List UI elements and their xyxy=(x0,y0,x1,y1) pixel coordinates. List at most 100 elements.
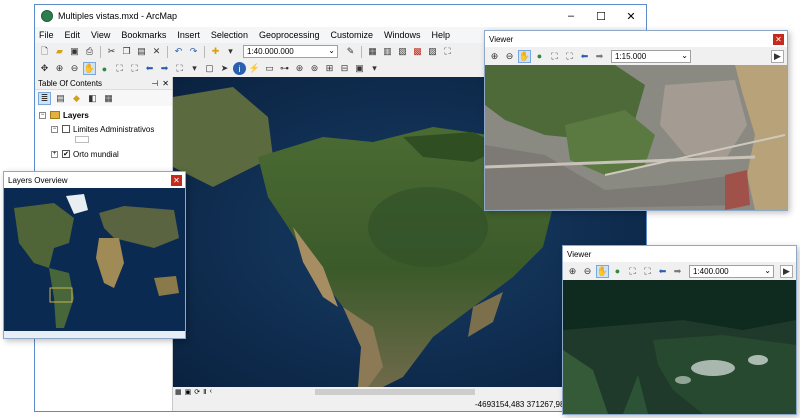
forward-icon[interactable]: ➡ xyxy=(158,62,171,75)
menu-edit[interactable]: Edit xyxy=(65,30,81,40)
fixed-zoom-out-icon[interactable]: ⛶ xyxy=(128,62,141,75)
select-icon[interactable]: ➤ xyxy=(218,62,231,75)
selection-tool-icon[interactable]: ⛶ xyxy=(173,62,186,75)
toc-icon[interactable]: ▦ xyxy=(366,45,379,58)
zoom-in-icon[interactable]: ⊕ xyxy=(566,265,579,278)
pan-icon[interactable]: ✥ xyxy=(38,62,51,75)
time-slider-icon[interactable]: ⊟ xyxy=(338,62,351,75)
overview-map[interactable] xyxy=(4,188,185,338)
create-viewer-icon[interactable]: ▣ xyxy=(353,62,366,75)
layer-visibility-checkbox[interactable] xyxy=(62,125,70,133)
python-icon[interactable]: ▨ xyxy=(426,45,439,58)
fixed-zoom-in-icon[interactable]: ⛶ xyxy=(113,62,126,75)
close-icon[interactable]: ✕ xyxy=(616,5,646,27)
save-icon[interactable]: ▣ xyxy=(68,45,81,58)
menu-insert[interactable]: Insert xyxy=(177,30,200,40)
zoom-out-icon[interactable]: ⊖ xyxy=(581,265,594,278)
play-icon[interactable]: ▶ xyxy=(780,264,793,278)
options-icon[interactable]: ▦ xyxy=(102,92,115,105)
overview-titlebar[interactable]: Layers Overview ✕ xyxy=(4,172,185,188)
chevron-down-icon[interactable]: ▾ xyxy=(368,62,381,75)
clear-selection-icon[interactable]: ▢ xyxy=(203,62,216,75)
viewer-2-scale-combo[interactable]: 1:400.000 ⌄ xyxy=(689,264,774,278)
editor-icon[interactable]: ✎ xyxy=(344,45,357,58)
globe-icon[interactable]: ● xyxy=(533,50,546,63)
close-icon[interactable]: ✕ xyxy=(162,79,169,88)
arcmap-titlebar[interactable]: Multiples vistas.mxd - ArcMap – ☐ ✕ xyxy=(35,5,646,27)
chevron-down-icon[interactable]: ▾ xyxy=(188,62,201,75)
globe-icon[interactable]: ● xyxy=(611,265,624,278)
scale-combo[interactable]: 1:40.000.000 ⌄ xyxy=(243,45,338,58)
viewer-2-map[interactable] xyxy=(563,280,796,414)
pause-icon[interactable]: Ⅱ xyxy=(203,388,206,396)
menu-customize[interactable]: Customize xyxy=(331,30,374,40)
layout-view-icon[interactable]: ▦ xyxy=(175,388,182,396)
viewer-2-titlebar[interactable]: Viewer xyxy=(563,246,796,262)
refresh-icon[interactable]: ⟳ xyxy=(194,388,200,396)
list-by-drawing-order-icon[interactable]: ≣ xyxy=(38,91,51,105)
measure-icon[interactable]: ⊶ xyxy=(278,62,291,75)
arctoolbox-icon[interactable]: ▩ xyxy=(411,45,424,58)
pan-hand-icon[interactable]: ✋ xyxy=(596,264,609,278)
menu-windows[interactable]: Windows xyxy=(384,30,421,40)
maximize-icon[interactable]: ☐ xyxy=(586,5,616,27)
open-icon[interactable]: ▰ xyxy=(53,45,66,58)
add-data-icon[interactable]: ✚ xyxy=(209,45,222,58)
list-by-source-icon[interactable]: ▤ xyxy=(54,92,67,105)
close-icon[interactable]: ✕ xyxy=(171,174,182,186)
menu-geoprocessing[interactable]: Geoprocessing xyxy=(259,30,320,40)
pin-icon[interactable]: ⊣ xyxy=(151,79,158,88)
print-icon[interactable]: ⎙ xyxy=(83,45,96,58)
back-icon[interactable]: ⬅ xyxy=(578,50,591,63)
copy-icon[interactable]: ❐ xyxy=(120,45,133,58)
pan-hand-icon[interactable]: ✋ xyxy=(518,49,531,63)
new-icon[interactable]: 🗋 xyxy=(38,45,51,58)
zoom-in-icon[interactable]: ⊕ xyxy=(53,62,66,75)
menu-selection[interactable]: Selection xyxy=(211,30,248,40)
viewer-1-titlebar[interactable]: Viewer ✕ xyxy=(485,31,787,47)
list-by-selection-icon[interactable]: ◧ xyxy=(86,92,99,105)
catalog-icon[interactable]: ▥ xyxy=(381,45,394,58)
undo-icon[interactable]: ↶ xyxy=(172,45,185,58)
scroll-left-icon[interactable]: ‹ xyxy=(210,388,212,395)
close-icon[interactable]: ✕ xyxy=(773,33,784,45)
find-route-icon[interactable]: ⊚ xyxy=(308,62,321,75)
zoom-out-icon[interactable]: ⊖ xyxy=(68,62,81,75)
collapse-icon[interactable]: − xyxy=(51,125,58,133)
collapse-icon[interactable]: − xyxy=(39,111,46,119)
data-view-icon[interactable]: ▣ xyxy=(185,388,192,396)
delete-icon[interactable]: ✕ xyxy=(150,45,163,58)
fixed-zoom-in-icon[interactable]: ⛶ xyxy=(626,265,639,278)
globe-icon[interactable]: ● xyxy=(98,62,111,75)
menu-bookmarks[interactable]: Bookmarks xyxy=(121,30,166,40)
layer-visibility-checkbox[interactable]: ✔ xyxy=(62,150,70,158)
menu-file[interactable]: File xyxy=(39,30,54,40)
play-icon[interactable]: ▶ xyxy=(771,49,784,63)
menu-help[interactable]: Help xyxy=(432,30,451,40)
info-icon[interactable]: i xyxy=(233,62,246,75)
fixed-zoom-out-icon[interactable]: ⛶ xyxy=(641,265,654,278)
zoom-in-icon[interactable]: ⊕ xyxy=(488,50,501,63)
viewer-1-scale-combo[interactable]: 1:15.000 ⌄ xyxy=(611,49,691,63)
list-by-visibility-icon[interactable]: ◆ xyxy=(70,92,83,105)
expand-icon[interactable]: + xyxy=(51,150,58,158)
fixed-zoom-out-icon[interactable]: ⛶ xyxy=(563,50,576,63)
minimize-icon[interactable]: – xyxy=(556,5,586,27)
html-popup-icon[interactable]: ▭ xyxy=(263,62,276,75)
forward-icon[interactable]: ➡ xyxy=(671,265,684,278)
pan-hand-icon[interactable]: ✋ xyxy=(83,62,96,75)
back-icon[interactable]: ⬅ xyxy=(143,62,156,75)
find-icon[interactable]: ⊛ xyxy=(293,62,306,75)
goto-xy-icon[interactable]: ⊞ xyxy=(323,62,336,75)
fixed-zoom-in-icon[interactable]: ⛶ xyxy=(548,50,561,63)
redo-icon[interactable]: ↷ xyxy=(187,45,200,58)
search-window-icon[interactable]: ▧ xyxy=(396,45,409,58)
model-builder-icon[interactable]: ⛶ xyxy=(441,45,454,58)
toc-layer-orto[interactable]: + ✔ Orto mundial xyxy=(35,147,172,161)
toc-root[interactable]: − Layers xyxy=(35,108,172,122)
cut-icon[interactable]: ✂ xyxy=(105,45,118,58)
back-icon[interactable]: ⬅ xyxy=(656,265,669,278)
chevron-down-icon[interactable]: ▾ xyxy=(224,45,237,58)
forward-icon[interactable]: ➡ xyxy=(593,50,606,63)
viewer-1-map[interactable] xyxy=(485,65,787,210)
